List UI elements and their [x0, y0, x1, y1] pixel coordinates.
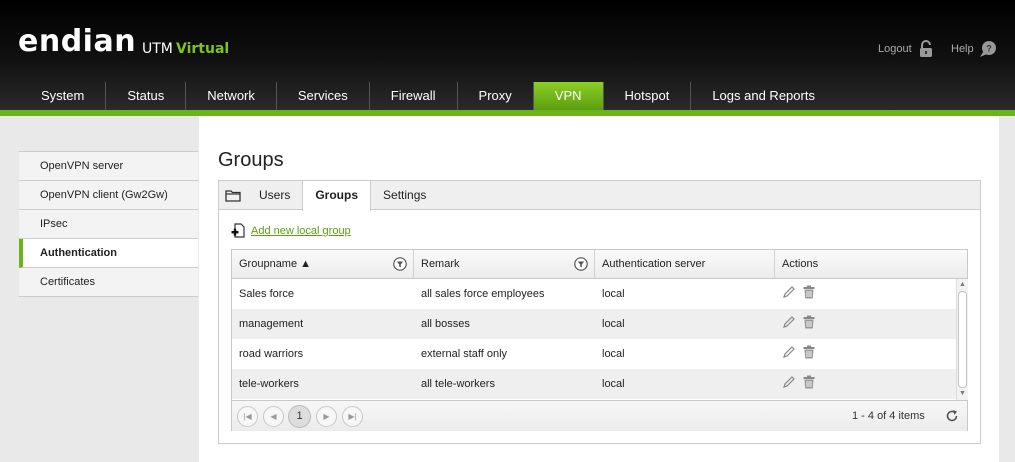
nav-logs-and-reports[interactable]: Logs and Reports: [691, 82, 836, 110]
last-page-button[interactable]: ▶|: [342, 406, 363, 427]
pagination-bar: |◀ ◀ 1 ▶ ▶| 1 - 4 of 4 items: [232, 400, 967, 431]
scroll-up-arrow[interactable]: ▲: [958, 280, 967, 290]
nav-services[interactable]: Services: [277, 82, 370, 110]
cell-remark: all bosses: [421, 318, 470, 330]
pencil-icon[interactable]: [782, 285, 796, 299]
row-actions: [775, 375, 955, 389]
main-nav: System Status Network Services Firewall …: [20, 82, 836, 110]
logout-link[interactable]: Logout: [878, 40, 935, 58]
sidebar-item-authentication[interactable]: Authentication: [19, 239, 198, 268]
column-remark-label: Remark: [421, 258, 460, 270]
row-actions: [775, 345, 955, 359]
cell-auth-server: local: [602, 378, 625, 390]
cell-remark: all sales force employees: [421, 288, 545, 300]
scroll-down-arrow[interactable]: ▼: [958, 389, 967, 399]
scrollbar-thumb[interactable]: [958, 291, 967, 388]
table-body: Sales force all sales force employees lo…: [232, 279, 956, 399]
column-authentication-server[interactable]: Authentication server: [595, 250, 775, 278]
cell-auth-server: local: [602, 318, 625, 330]
current-page-button[interactable]: 1: [288, 405, 311, 428]
app-header: endian UTM Virtual Logout Help ? System …: [0, 0, 1015, 110]
pagination-info: 1 - 4 of 4 items: [852, 410, 925, 422]
trash-icon[interactable]: [802, 345, 816, 359]
cell-auth-server: local: [602, 348, 625, 360]
help-label: Help: [951, 43, 974, 55]
cell-groupname: tele-workers: [239, 378, 299, 390]
refresh-icon[interactable]: [945, 409, 959, 423]
add-group-label: Add new local group: [251, 225, 351, 237]
speech-bubble-icon: ?: [979, 41, 996, 57]
first-page-button[interactable]: |◀: [237, 406, 258, 427]
table-row[interactable]: Sales force all sales force employees lo…: [232, 279, 956, 309]
trash-icon[interactable]: [802, 315, 816, 329]
pencil-icon[interactable]: [782, 315, 796, 329]
svg-text:?: ?: [986, 44, 992, 54]
sidebar-item-openvpn-client[interactable]: OpenVPN client (Gw2Gw): [19, 181, 198, 210]
logout-label: Logout: [878, 43, 912, 55]
filter-icon[interactable]: [574, 257, 588, 271]
trash-icon[interactable]: [802, 375, 816, 389]
table-row[interactable]: management all bosses local: [232, 309, 956, 339]
tab-users[interactable]: Users: [247, 181, 302, 210]
cell-remark: all tele-workers: [421, 378, 495, 390]
nav-status[interactable]: Status: [106, 82, 187, 110]
padlock-icon: [919, 40, 932, 57]
tab-panel: Users Groups Settings Add new local grou…: [218, 180, 981, 444]
row-actions: [775, 285, 955, 299]
cell-groupname: Sales force: [239, 288, 295, 300]
tab-groups[interactable]: Groups: [302, 181, 372, 211]
column-remark[interactable]: Remark: [414, 250, 595, 278]
pencil-icon[interactable]: [782, 345, 796, 359]
sidebar: OpenVPN server OpenVPN client (Gw2Gw) IP…: [0, 116, 198, 462]
row-actions: [775, 315, 955, 329]
add-document-icon: [231, 223, 245, 238]
column-groupname-label: Groupname ▲: [239, 258, 312, 270]
add-group-link[interactable]: Add new local group: [231, 223, 351, 239]
table-row[interactable]: tele-workers all tele-workers local: [232, 369, 956, 399]
table-scrollbar[interactable]: ▲ ▼: [956, 279, 968, 400]
groups-table: Groupname ▲ Remark Authentication server…: [231, 249, 968, 431]
table-header: Groupname ▲ Remark Authentication server…: [232, 250, 967, 279]
filter-icon[interactable]: [393, 257, 407, 271]
nav-network[interactable]: Network: [186, 82, 277, 110]
folder-tab[interactable]: [219, 181, 247, 209]
brand-virtual: Virtual: [176, 41, 230, 57]
column-groupname[interactable]: Groupname ▲: [232, 250, 414, 278]
nav-proxy[interactable]: Proxy: [458, 82, 534, 110]
sidebar-item-ipsec[interactable]: IPsec: [19, 210, 198, 239]
tab-bar: Users Groups Settings: [219, 181, 980, 211]
pencil-icon[interactable]: [782, 375, 796, 389]
sidebar-item-openvpn-server[interactable]: OpenVPN server: [19, 152, 198, 181]
cell-remark: external staff only: [421, 348, 508, 360]
column-actions: Actions: [782, 258, 819, 270]
help-link[interactable]: Help ?: [951, 40, 997, 58]
nav-system[interactable]: System: [20, 82, 107, 110]
cell-groupname: management: [239, 318, 304, 330]
brand-utm: UTM: [142, 41, 173, 57]
trash-icon[interactable]: [802, 285, 816, 299]
nav-vpn[interactable]: VPN: [533, 82, 604, 110]
prev-page-button[interactable]: ◀: [263, 406, 284, 427]
sidebar-menu: OpenVPN server OpenVPN client (Gw2Gw) IP…: [19, 151, 198, 297]
main-content: Groups Users Groups Settings Add new loc…: [199, 116, 999, 462]
folder-icon: [225, 189, 241, 202]
page-title: Groups: [218, 149, 284, 171]
tab-settings[interactable]: Settings: [371, 181, 438, 210]
nav-hotspot[interactable]: Hotspot: [604, 82, 692, 110]
table-row[interactable]: road warriors external staff only local: [232, 339, 956, 369]
next-page-button[interactable]: ▶: [316, 406, 337, 427]
sidebar-item-certificates[interactable]: Certificates: [19, 268, 198, 297]
brand-logo: endian: [18, 24, 137, 59]
cell-groupname: road warriors: [239, 348, 304, 360]
cell-auth-server: local: [602, 288, 625, 300]
nav-firewall[interactable]: Firewall: [370, 82, 458, 110]
right-gutter: [999, 116, 1015, 462]
